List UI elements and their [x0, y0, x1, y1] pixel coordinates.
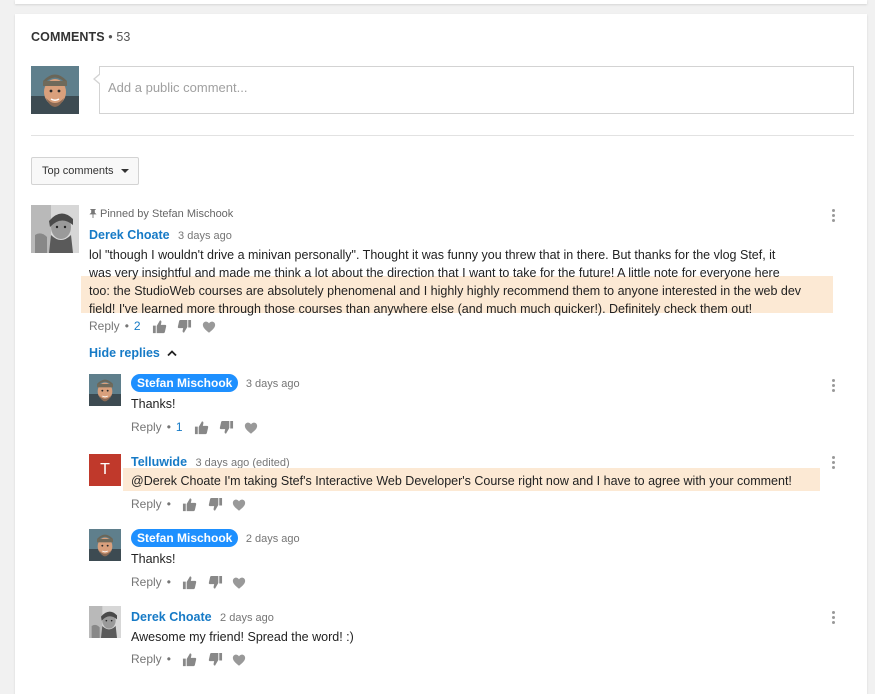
- comment-actions: Reply • 2: [89, 319, 216, 334]
- composer-divider: [31, 135, 854, 136]
- reply-button[interactable]: Reply: [131, 420, 162, 434]
- dot-icon: [832, 379, 835, 382]
- reply-button[interactable]: Reply: [89, 319, 120, 333]
- reply-actions: Reply •: [131, 575, 246, 590]
- dot-icon: [832, 214, 835, 217]
- reply-author[interactable]: Derek Choate: [131, 610, 212, 624]
- avatar[interactable]: [89, 529, 121, 561]
- thumbs-down-icon[interactable]: [177, 319, 192, 334]
- heart-icon[interactable]: [232, 653, 246, 667]
- avatar[interactable]: [89, 374, 121, 406]
- dot-icon: [832, 389, 835, 392]
- heart-icon[interactable]: [232, 576, 246, 590]
- comments-title: COMMENTS: [31, 30, 105, 44]
- reply-button[interactable]: Reply: [131, 575, 162, 589]
- reply-timestamp[interactable]: 3 days ago: [246, 378, 300, 390]
- reply-button[interactable]: Reply: [131, 497, 162, 511]
- reply-text: @Derek Choate I'm taking Stef's Interact…: [131, 474, 792, 488]
- heart-icon[interactable]: [232, 498, 246, 512]
- comment-meta: Derek Choate 3 days ago: [89, 226, 232, 244]
- dot-icon: [832, 466, 835, 469]
- pin-icon: [89, 209, 97, 218]
- reply-meta: Stefan Mischook 2 days ago: [131, 529, 300, 547]
- dot-icon: [832, 461, 835, 464]
- chevron-up-icon: [167, 350, 177, 357]
- thumbs-down-icon[interactable]: [208, 652, 223, 667]
- avatar[interactable]: [89, 606, 121, 638]
- reply-timestamp[interactable]: 2 days ago: [220, 612, 274, 624]
- header-separator: •: [108, 30, 113, 44]
- dot-icon: [832, 219, 835, 222]
- caret-down-icon: [121, 169, 129, 173]
- reply-timestamp[interactable]: 2 days ago: [246, 533, 300, 545]
- comment-input[interactable]: [108, 76, 828, 98]
- thumbs-down-icon[interactable]: [208, 497, 223, 512]
- comment-line: was very insightful and made me think a …: [89, 266, 780, 280]
- sort-label: Top comments: [42, 165, 114, 177]
- reply-actions: Reply •: [131, 497, 246, 512]
- comment-line: field! I've learned more through those c…: [89, 302, 753, 316]
- comment-author[interactable]: Derek Choate: [89, 228, 170, 242]
- like-count: 1: [175, 420, 183, 434]
- reply-actions: Reply • 1: [131, 420, 258, 435]
- thumbs-up-icon[interactable]: [152, 319, 167, 334]
- thumbs-up-icon[interactable]: [182, 652, 197, 667]
- current-user-avatar: [31, 66, 79, 114]
- reply-meta: Stefan Mischook 3 days ago: [131, 374, 300, 392]
- dot-icon: [832, 456, 835, 459]
- reply-text: Awesome my friend! Spread the word! :): [131, 630, 354, 644]
- dot-icon: [832, 621, 835, 624]
- reply-text: Thanks!: [131, 397, 176, 411]
- thumbs-up-icon[interactable]: [182, 575, 197, 590]
- reply-menu-button[interactable]: [832, 379, 836, 393]
- reply-actions: Reply •: [131, 652, 246, 667]
- comment-count: 53: [116, 30, 131, 44]
- comment-menu-button[interactable]: [832, 209, 836, 223]
- thumbs-up-icon[interactable]: [194, 420, 209, 435]
- thumbs-up-icon[interactable]: [182, 497, 197, 512]
- comments-section: COMMENTS • 53 Top comments Pinned by Ste…: [15, 14, 867, 694]
- comments-header: COMMENTS • 53: [31, 30, 130, 44]
- creator-badge[interactable]: Stefan Mischook: [131, 529, 239, 547]
- thumbs-down-icon[interactable]: [208, 575, 223, 590]
- heart-icon[interactable]: [202, 320, 216, 334]
- comment-text: lol "though I wouldn't drive a minivan p…: [89, 246, 849, 318]
- reply-menu-button[interactable]: [832, 456, 836, 470]
- comment-timestamp[interactable]: 3 days ago: [178, 230, 232, 242]
- dot-icon: [832, 209, 835, 212]
- dot-icon: [832, 384, 835, 387]
- thumbs-down-icon[interactable]: [219, 420, 234, 435]
- pinned-label: Pinned by Stefan Mischook: [89, 208, 233, 220]
- sort-comments-dropdown[interactable]: Top comments: [31, 157, 139, 185]
- dot-icon: [832, 611, 835, 614]
- hide-replies-button[interactable]: Hide replies: [89, 346, 177, 360]
- comment-composer[interactable]: [93, 66, 854, 114]
- reply-meta: Derek Choate 2 days ago: [131, 608, 274, 626]
- like-count: 2: [133, 319, 141, 333]
- avatar[interactable]: [31, 205, 79, 253]
- reply-button[interactable]: Reply: [131, 652, 162, 666]
- dot-icon: [832, 616, 835, 619]
- comment-line: too: the StudioWeb courses are absolutel…: [89, 284, 802, 298]
- reply-text: Thanks!: [131, 552, 176, 566]
- heart-icon[interactable]: [244, 421, 258, 435]
- reply-menu-button[interactable]: [832, 611, 836, 625]
- reply-author[interactable]: Telluwide: [131, 455, 187, 469]
- creator-badge[interactable]: Stefan Mischook: [131, 374, 239, 392]
- previous-card-edge: [15, 0, 867, 4]
- avatar[interactable]: T: [89, 454, 121, 486]
- comment-line: lol "though I wouldn't drive a minivan p…: [89, 248, 776, 262]
